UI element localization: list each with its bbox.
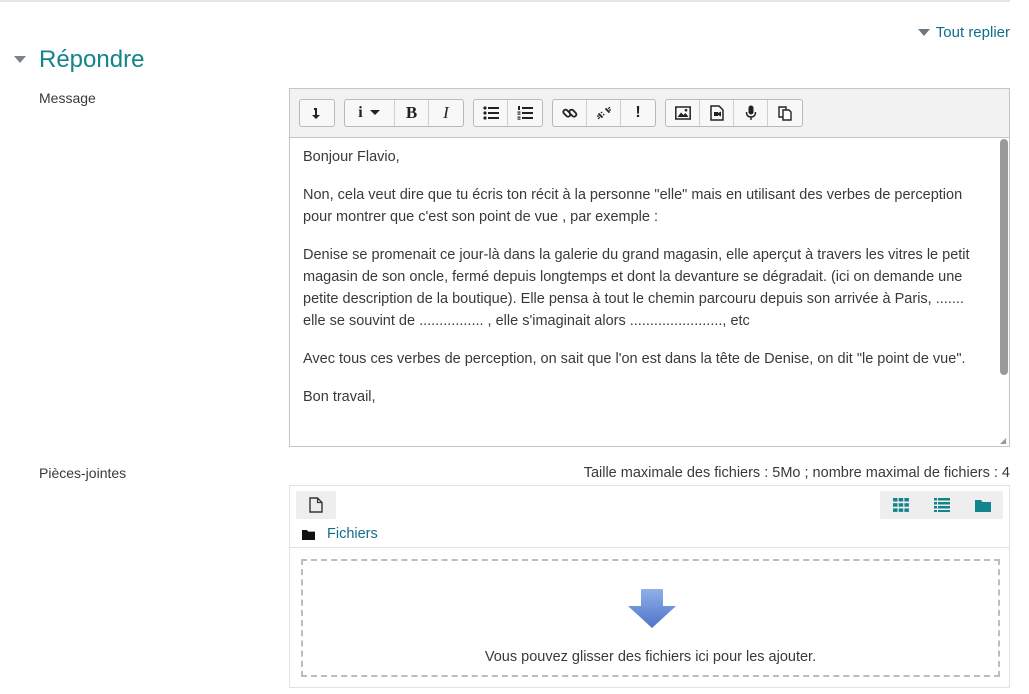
message-label: Message [39, 90, 96, 106]
folder-icon [974, 499, 991, 512]
editor-scrollbar[interactable] [1000, 139, 1008, 375]
image-icon [674, 106, 691, 120]
grid-view-button[interactable] [880, 491, 921, 519]
editor-paragraph: Bon travail, [303, 389, 376, 405]
editor-toolbar: i B I ! [290, 89, 1009, 138]
collapse-all-label: Tout replier [935, 24, 1010, 41]
section-toggle-icon[interactable] [14, 56, 26, 63]
folder-icon [302, 529, 315, 540]
unlink-icon [596, 106, 611, 120]
toolbar-group-collapse [299, 99, 335, 127]
ordered-list-button[interactable] [508, 100, 542, 126]
editor-paragraph: Avec tous ces verbes de perception, on s… [303, 351, 966, 367]
file-drop-zone[interactable]: Vous pouvez glisser des fichiers ici pou… [301, 559, 1000, 677]
message-editor: i B I ! Bonjour Flavio, Non, cela veut d… [289, 88, 1010, 447]
drop-zone-text: Vous pouvez glisser des fichiers ici pou… [484, 649, 817, 665]
list-icon [933, 498, 950, 512]
editor-paragraph: Bonjour Flavio, [303, 149, 400, 165]
arrow-down-icon [628, 589, 676, 628]
file-manager-divider [290, 547, 1009, 548]
file-icon [309, 497, 323, 513]
media-file-icon [709, 105, 724, 121]
view-switcher [880, 491, 1003, 519]
toolbar-group-lists [473, 99, 543, 127]
add-file-button[interactable] [296, 491, 336, 519]
collapse-toolbar-button[interactable] [300, 100, 334, 126]
editor-content[interactable]: Bonjour Flavio, Non, cela veut dire que … [290, 138, 1009, 446]
list-view-button[interactable] [921, 491, 962, 519]
unordered-list-button[interactable] [474, 100, 508, 126]
attachments-label: Pièces-jointes [39, 465, 127, 481]
file-limits-text: Taille maximale des fichiers : 5Mo ; nom… [583, 465, 1010, 481]
italic-button[interactable]: I [429, 100, 463, 126]
info-icon: i [358, 104, 363, 121]
file-manager: Fichiers Vous pouvez glisser des fichier… [289, 485, 1010, 688]
paragraph-style-button[interactable]: i [345, 100, 395, 126]
clipboard-icon [778, 106, 792, 121]
tree-view-button[interactable] [962, 491, 1003, 519]
paste-button[interactable] [768, 100, 802, 126]
arrow-down-right-icon [312, 108, 320, 119]
top-divider [0, 0, 1010, 2]
link-button[interactable] [553, 100, 587, 126]
microphone-icon [745, 105, 756, 120]
toolbar-group-media [665, 99, 803, 127]
numbered-list-icon [517, 106, 533, 120]
bullet-list-icon [482, 106, 499, 120]
editor-paragraph: Non, cela veut dire que tu écris ton réc… [303, 187, 963, 225]
resize-handle-icon[interactable]: ◢ [1000, 437, 1008, 445]
toolbar-group-links: ! [552, 99, 656, 127]
breadcrumb: Fichiers [302, 526, 378, 542]
no-autolink-button[interactable]: ! [621, 100, 655, 126]
section-title[interactable]: Répondre [39, 46, 144, 74]
link-icon [561, 108, 577, 118]
collapse-all-link[interactable]: Tout replier [917, 24, 1010, 41]
insert-image-button[interactable] [666, 100, 700, 126]
insert-media-button[interactable] [700, 100, 734, 126]
record-audio-button[interactable] [734, 100, 768, 126]
breadcrumb-files-link[interactable]: Fichiers [327, 526, 378, 542]
toolbar-group-text: i B I [344, 99, 464, 127]
bold-button[interactable]: B [395, 100, 429, 126]
caret-down-icon [917, 29, 930, 36]
editor-paragraph: Denise se promenait ce jour-là dans la g… [303, 247, 970, 329]
chevron-down-icon [369, 110, 380, 115]
unlink-button[interactable] [587, 100, 621, 126]
grid-icon [892, 498, 909, 512]
